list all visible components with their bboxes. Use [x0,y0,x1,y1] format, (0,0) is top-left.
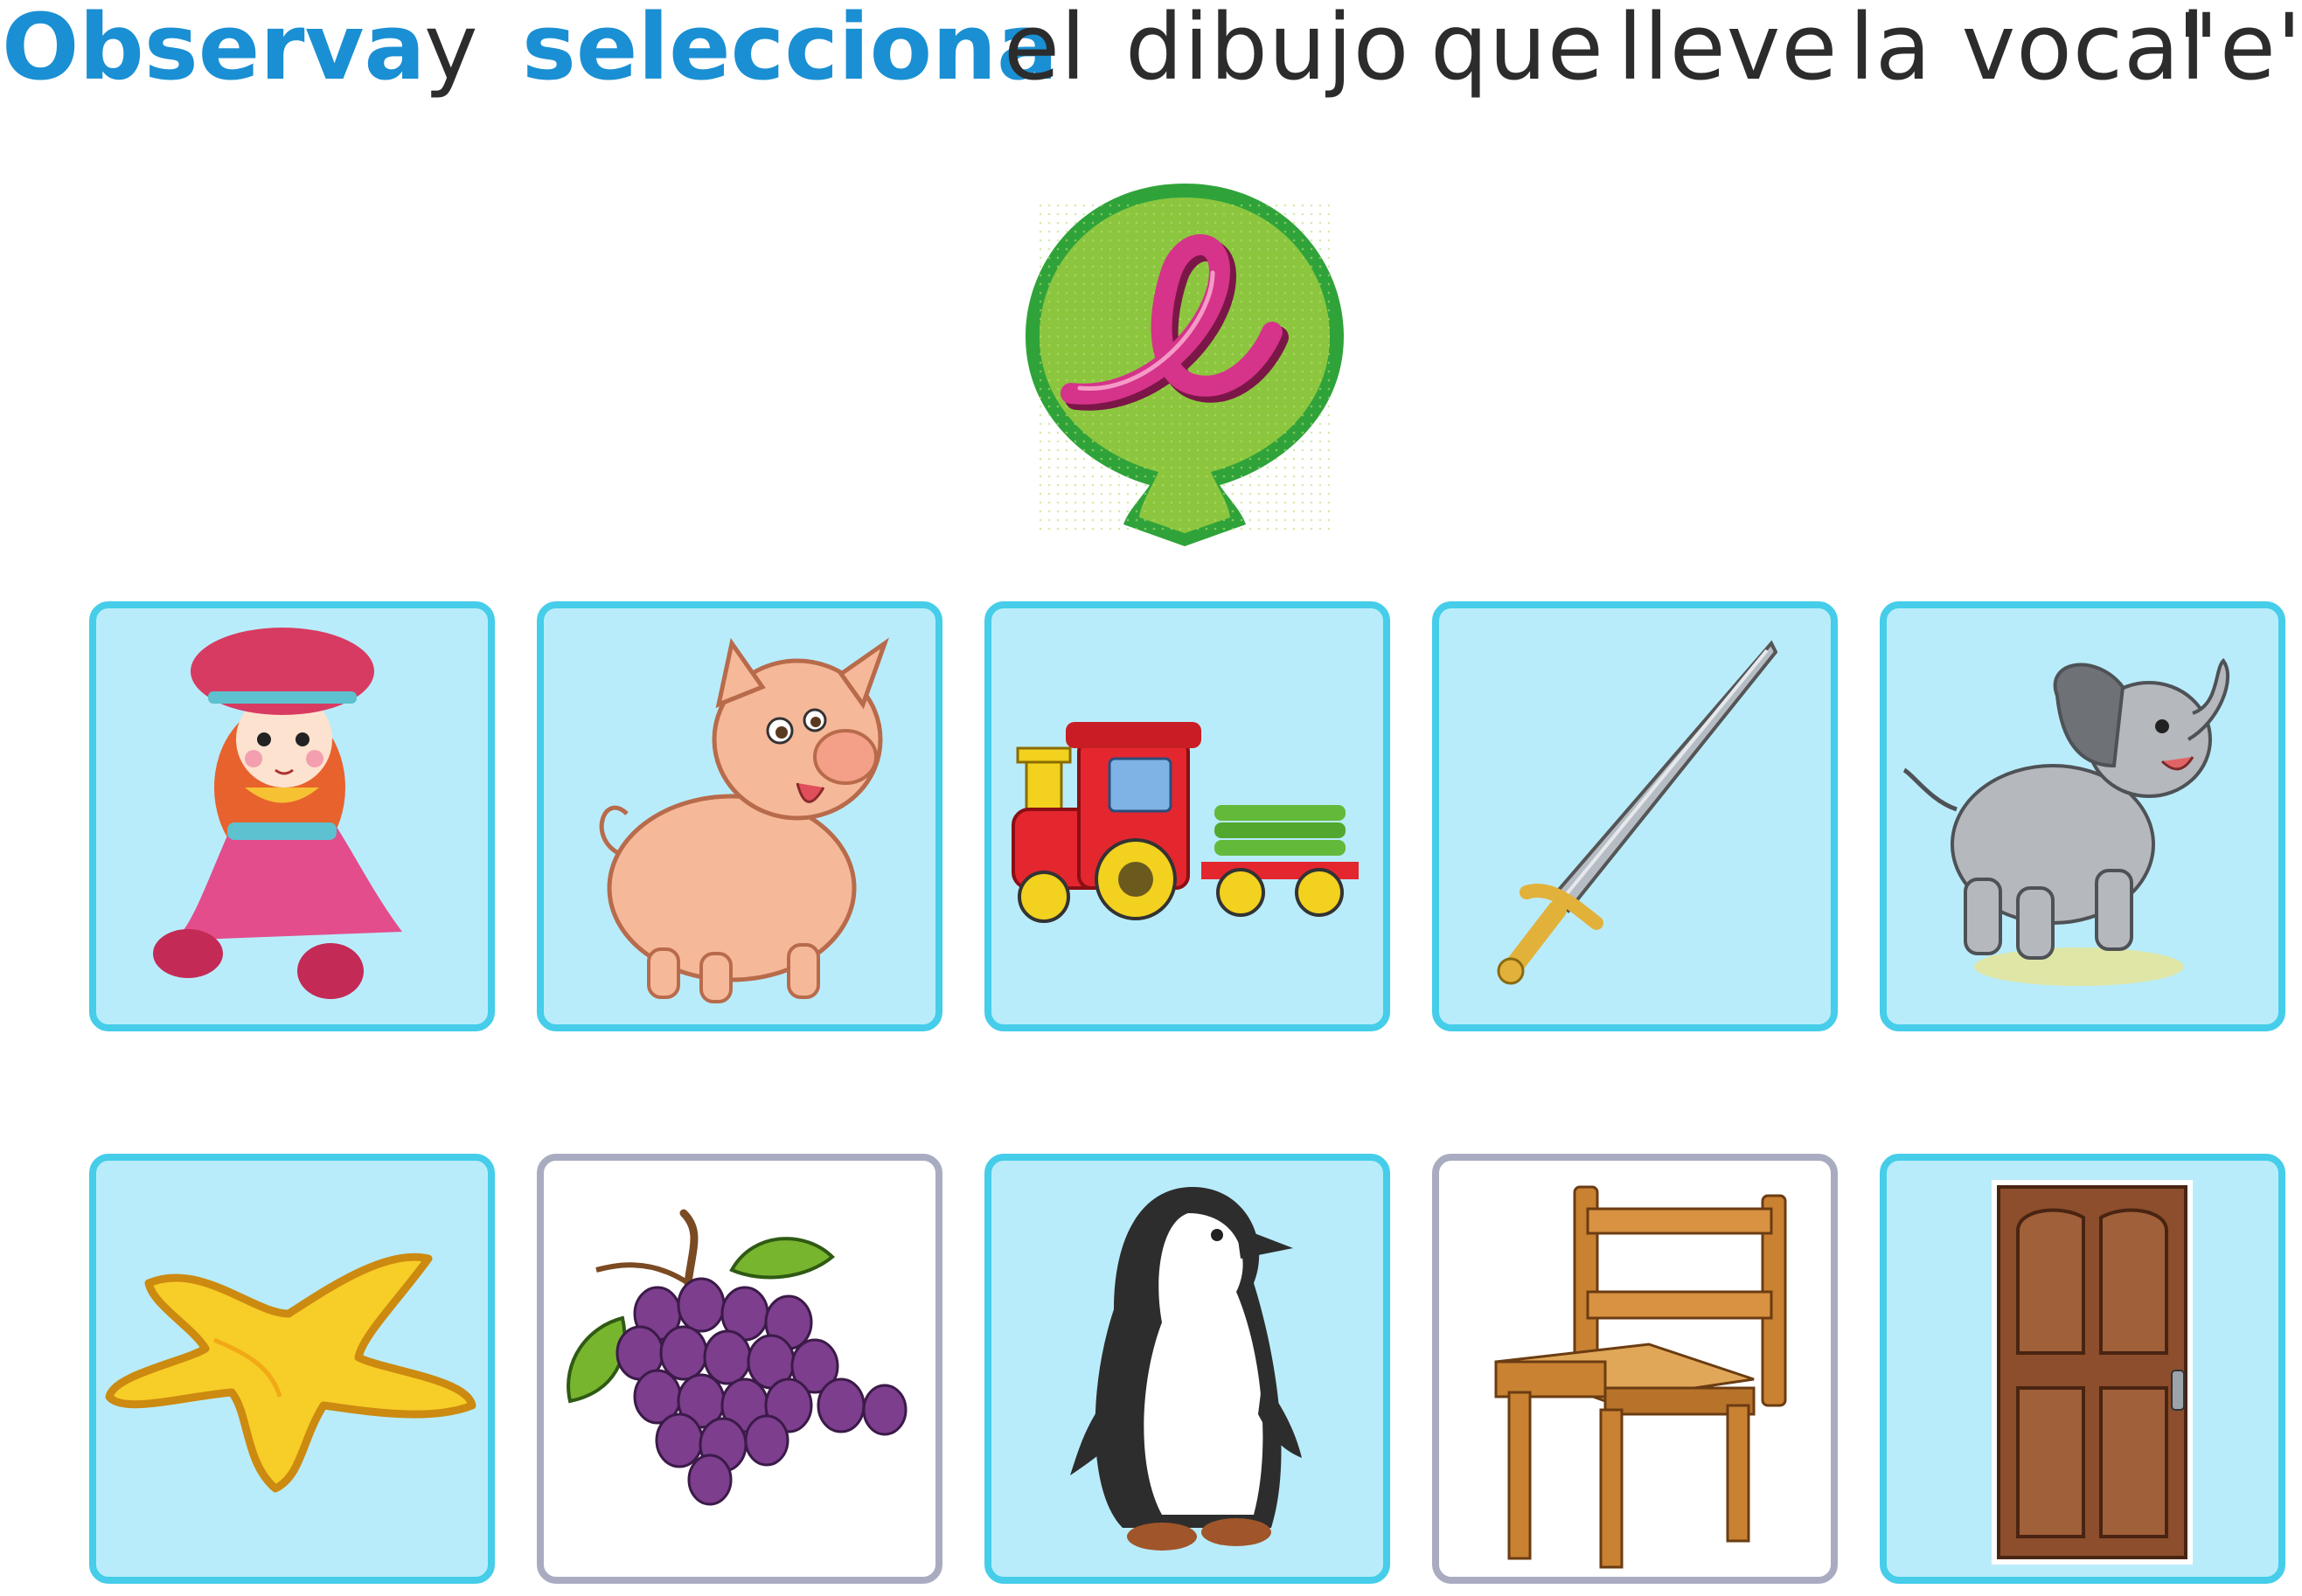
instruction-word-selecciona: selecciona [522,0,1059,101]
door-icon [1992,1180,2193,1565]
option-card-star[interactable] [89,1154,495,1584]
instruction-word-lleve: lleve [1617,0,1839,101]
train-icon [1012,722,1359,923]
option-card-pig[interactable] [537,601,942,1031]
instruction-word-y: y [424,0,479,101]
elephant-icon [1902,657,2229,986]
instruction-word-que: que [1430,0,1604,101]
grapes-icon [567,1209,908,1506]
chair-icon [1494,1185,1787,1569]
instruction-word-letra: "e". [2177,0,2302,101]
option-card-doll[interactable] [89,601,495,1031]
option-card-door[interactable] [1880,1154,2285,1584]
instruction-title: Observa y selecciona el dibujo que lleve… [0,0,2302,105]
option-card-elephant[interactable] [1880,601,2285,1031]
option-card-sword[interactable] [1432,601,1838,1031]
sword-icon [1497,640,1778,985]
balloon-letter-e: e [931,76,1351,559]
option-card-chair[interactable] [1432,1154,1838,1584]
option-card-penguin[interactable] [984,1154,1390,1584]
option-card-train[interactable] [984,601,1390,1031]
pig-icon [599,637,889,1003]
instruction-word-el: el [1004,0,1087,101]
option-card-grapes[interactable] [537,1154,942,1584]
instruction-word-observa: Observa [2,0,426,101]
star-icon [105,1253,476,1493]
penguin-icon [1070,1187,1302,1551]
instruction-word-la-vocal: la vocal [1849,0,2207,101]
instruction-word-dibujo: dibujo [1125,0,1410,101]
doll-icon [153,628,402,999]
